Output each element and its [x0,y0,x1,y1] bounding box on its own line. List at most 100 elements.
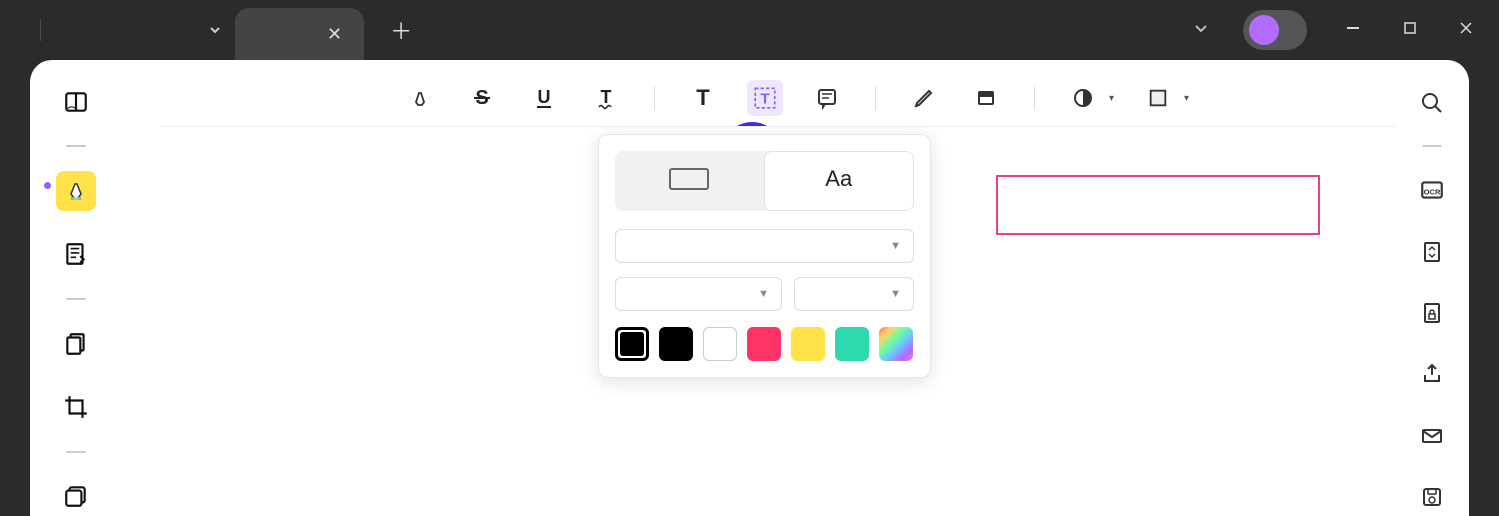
strikethrough-icon: S [470,86,494,110]
tools-mode-button[interactable] [56,477,96,516]
strikethrough-tool[interactable]: S [464,80,500,116]
tabstrip: ✕ ＋ [195,0,438,60]
shape-tool[interactable] [1065,80,1101,116]
ocr-icon: OCR [1419,177,1445,203]
text-box-with-border[interactable] [996,175,1320,235]
font-tab[interactable]: Aa [764,151,915,211]
rectangle-icon [669,168,709,190]
eraser-icon [974,86,998,110]
textbox-icon: T [752,85,778,111]
format-toolbar: S U T T T ▾ ▾ [122,70,1395,126]
squiggly-tool[interactable]: T [588,80,624,116]
upgrade-button[interactable] [1243,10,1307,50]
tab-active[interactable]: ✕ [235,8,364,60]
reader-mode-button[interactable] [56,82,96,121]
textbox-tool[interactable]: T [747,80,783,116]
note-tool[interactable] [809,80,845,116]
convert-button[interactable] [1412,233,1452,270]
pages-icon [63,331,89,357]
crop-mode-button[interactable] [56,387,96,426]
highlighter-icon [64,179,88,203]
eraser-tool[interactable] [968,80,1004,116]
maximize-button[interactable] [1399,17,1421,44]
share-button[interactable] [1412,356,1452,393]
window-controls-group [1193,10,1499,50]
edit-mode-button[interactable] [56,235,96,274]
font-family-select[interactable]: ▼ [615,229,914,263]
tab-menu-caret[interactable] [195,0,235,60]
pencil-tool[interactable] [906,80,942,116]
color-swatches [615,327,914,361]
pencil-icon [912,86,936,110]
mail-icon [1420,424,1444,448]
squiggly-icon: T [594,86,618,110]
color-swatch-custom[interactable] [879,327,913,361]
svg-text:T: T [760,90,770,107]
chevron-down-icon: ▼ [890,240,901,252]
svg-text:T: T [696,86,710,110]
chevron-down-icon: ▼ [890,288,901,300]
chevron-down-icon[interactable]: ▾ [1184,93,1189,104]
crop-icon [63,394,89,420]
close-icon[interactable]: ✕ [327,24,342,45]
ocr-button[interactable]: OCR [1412,171,1452,208]
rectangle-tool[interactable] [1140,80,1176,116]
highlighter-tool[interactable] [402,80,438,116]
highlighter-icon [408,86,432,110]
save-button[interactable] [1412,479,1452,516]
separator [875,86,876,110]
lock-page-icon [1420,301,1444,325]
chevron-down-icon: ▼ [758,288,769,300]
separator [40,19,41,41]
underline-icon: U [532,86,556,110]
share-icon [1420,362,1444,386]
close-icon [1459,21,1473,35]
chevron-down-icon[interactable]: ▾ [1109,93,1114,104]
search-button[interactable] [1412,84,1452,121]
edit-page-icon [63,241,89,267]
color-swatch-pink[interactable] [747,327,781,361]
color-swatch-yellow[interactable] [791,327,825,361]
minimize-icon [1345,20,1361,36]
left-rail [30,60,122,516]
app-menu-dropdown[interactable] [1193,20,1209,41]
text-tool[interactable]: T [685,80,721,116]
stack-icon [63,483,89,509]
separator [1422,145,1442,147]
avatar [1249,15,1279,45]
font-aa-icon: Aa [825,166,852,192]
chevron-down-icon [1193,20,1209,36]
active-indicator [44,182,51,189]
separator [654,86,655,110]
note-icon [815,86,839,110]
document-canvas[interactable]: Aa ▼ ▼ ▼ [160,126,1395,516]
underline-tool[interactable]: U [526,80,562,116]
color-swatch-teal[interactable] [835,327,869,361]
new-tab-button[interactable]: ＋ [364,0,438,60]
organize-mode-button[interactable] [56,324,96,363]
search-icon [1420,91,1444,115]
comment-mode-button[interactable] [56,171,96,210]
logo-group [0,19,63,41]
color-swatch-selected[interactable] [615,327,649,361]
separator [66,298,86,300]
separator [1034,86,1035,110]
font-size-select[interactable]: ▼ [794,277,914,311]
right-rail: OCR [1395,60,1469,516]
svg-text:OCR: OCR [1424,187,1441,196]
protect-button[interactable] [1412,294,1452,331]
color-swatch-white[interactable] [703,327,737,361]
chevron-down-icon [209,24,221,36]
minimize-button[interactable] [1341,16,1365,45]
save-icon [1420,485,1444,509]
shape-icon [1071,86,1095,110]
close-button[interactable] [1455,17,1477,44]
style-tab[interactable] [615,151,764,211]
font-weight-select[interactable]: ▼ [615,277,782,311]
color-swatch-black[interactable] [659,327,693,361]
text-icon: T [691,86,715,110]
mail-button[interactable] [1412,417,1452,454]
svg-text:U: U [538,87,551,107]
textbox-properties-panel: Aa ▼ ▼ ▼ [598,134,931,378]
convert-icon [1420,240,1444,264]
